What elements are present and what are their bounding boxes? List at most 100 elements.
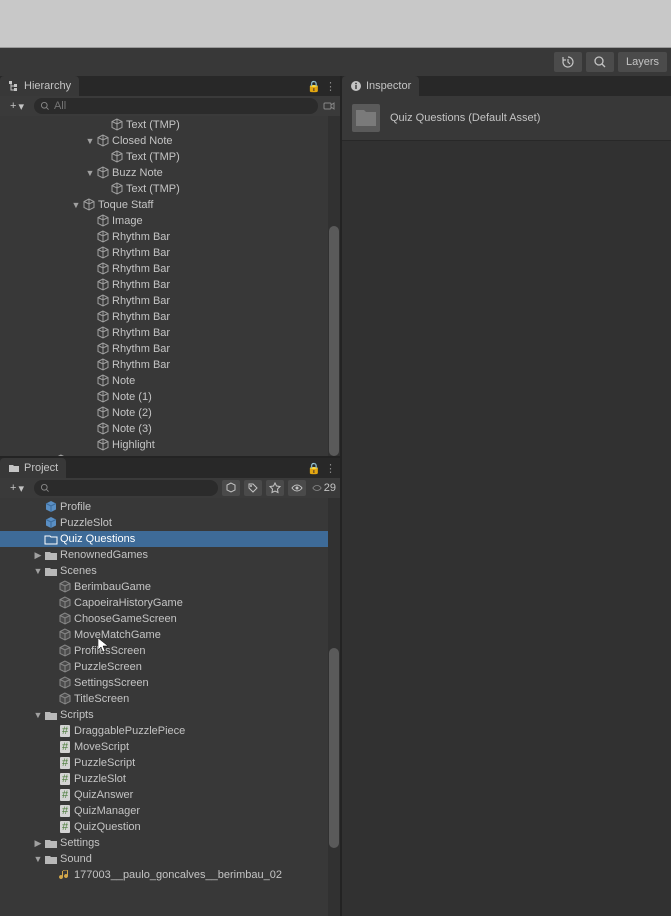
hierarchy-tree[interactable]: Text (TMP)▼Closed NoteText (TMP)▼Buzz No… [0,116,340,456]
filter-type-button[interactable] [222,480,240,496]
foldout-icon[interactable]: ▼ [84,168,96,178]
project-item[interactable]: CapoeiraHistoryGame [0,595,340,611]
svg-text:#: # [62,773,69,785]
layers-button[interactable]: Layers [618,52,667,72]
project-item[interactable]: #MoveScript [0,739,340,755]
project-item[interactable]: BerimbauGame [0,579,340,595]
item-label: 177003__paulo_goncalves__berimbau_02 [74,869,282,881]
hierarchy-item[interactable]: Rhythm Bar [0,293,340,309]
project-item[interactable]: #DraggablePuzzlePiece [0,723,340,739]
foldout-icon[interactable]: ▼ [32,710,44,720]
project-item[interactable]: #QuizAnswer [0,787,340,803]
hierarchy-panel: Hierarchy 🔒 ⋮ + ▾ Text (TMP) ▼ [0,76,340,458]
search-input[interactable] [54,100,312,112]
hierarchy-item[interactable]: Rhythm Bar [0,229,340,245]
hierarchy-item[interactable]: Note (1) [0,389,340,405]
foldout-icon[interactable]: ▶ [32,838,44,849]
hierarchy-item[interactable]: ▼Buzz Note [0,165,340,181]
hierarchy-item[interactable]: Text (TMP) [0,181,340,197]
item-label: Highlight [112,439,155,451]
project-item[interactable]: Quiz Questions [0,531,340,547]
item-label: Rhythm Bar [112,295,170,307]
lock-icon[interactable]: 🔒 [307,462,321,475]
scrollbar-thumb[interactable] [329,648,339,848]
search-button[interactable] [586,52,614,72]
scrollbar-thumb[interactable] [329,226,339,456]
project-item[interactable]: PuzzleSlot [0,515,340,531]
item-label: Rhythm Bar [112,279,170,291]
project-item[interactable]: #QuizManager [0,803,340,819]
hierarchy-item[interactable]: Rhythm Bar [0,245,340,261]
hierarchy-item[interactable]: Highlight [0,437,340,453]
project-item[interactable]: ▶Settings [0,835,340,851]
hierarchy-item[interactable]: Rhythm Bar [0,277,340,293]
project-item[interactable]: ▼Sound [0,851,340,867]
hierarchy-item[interactable]: Text (TMP) [0,117,340,133]
item-label: Text (TMP) [126,119,180,131]
item-label: Note [112,375,135,387]
layers-label: Layers [626,56,659,68]
hierarchy-item[interactable]: Rhythm Bar [0,357,340,373]
hierarchy-tab[interactable]: Hierarchy [0,76,79,96]
project-item[interactable]: ▼Scripts [0,707,340,723]
item-label: Text (TMP) [126,183,180,195]
scrollbar[interactable] [328,498,340,916]
hidden-button[interactable] [288,480,306,496]
item-label: Scenes [60,565,97,577]
scrollbar[interactable] [328,116,340,456]
project-item[interactable]: TitleScreen [0,691,340,707]
cube-filter-icon [225,482,237,494]
item-label: TitleScreen [74,693,129,705]
search-input[interactable] [54,482,212,494]
hierarchy-toolbar: + ▾ [0,96,340,116]
favorite-button[interactable] [266,480,284,496]
filter-label-button[interactable] [244,480,262,496]
project-tree[interactable]: ProfilePuzzleSlotQuiz Questions▶Renowned… [0,498,340,916]
inspector-tab[interactable]: Inspector [342,76,419,96]
hierarchy-item[interactable]: ▼Toque Staff [0,197,340,213]
project-item[interactable]: 177003__paulo_goncalves__berimbau_02 [0,867,340,883]
lock-icon[interactable]: 🔒 [307,80,321,93]
hierarchy-item[interactable]: Text (TMP) [0,149,340,165]
foldout-icon[interactable]: ▼ [70,200,82,210]
hierarchy-item[interactable]: Note (3) [0,421,340,437]
hierarchy-item[interactable]: Rhythm Bar [0,341,340,357]
project-item[interactable]: ProfilesScreen [0,643,340,659]
hierarchy-item[interactable]: Image [0,213,340,229]
menu-icon[interactable]: ⋮ [325,462,336,475]
hierarchy-item[interactable]: Note [0,373,340,389]
hierarchy-item[interactable]: Rhythm Bar [0,325,340,341]
project-item[interactable]: #PuzzleSlot [0,771,340,787]
menu-icon[interactable]: ⋮ [325,80,336,93]
foldout-icon[interactable]: ▼ [84,136,96,146]
project-item[interactable]: ChooseGameScreen [0,611,340,627]
main-toolbar: Layers [0,48,671,76]
project-item[interactable]: #QuizQuestion [0,819,340,835]
foldout-icon[interactable]: ▼ [32,854,44,864]
hierarchy-item[interactable]: Rhythm Bar [0,261,340,277]
history-button[interactable] [554,52,582,72]
project-item[interactable]: ▼ Scenes [0,563,340,579]
project-item[interactable]: SettingsScreen [0,675,340,691]
project-tab[interactable]: Project [0,458,66,478]
create-button[interactable]: + ▾ [4,98,30,115]
scene-camera-icon[interactable] [322,99,336,113]
project-item[interactable]: ▶RenownedGames [0,547,340,563]
project-item[interactable]: Profile [0,499,340,515]
foldout-icon[interactable]: ▼ [32,566,44,576]
inspector-tab-label: Inspector [366,80,411,92]
svg-text:#: # [62,741,69,753]
hierarchy-item[interactable]: Rhythm Bar [0,309,340,325]
item-label: QuizQuestion [74,821,141,833]
foldout-icon[interactable]: ▶ [32,550,44,561]
hierarchy-item[interactable]: Conductor [0,453,340,456]
hierarchy-search[interactable] [34,98,318,114]
project-item[interactable]: MoveMatchGame [0,627,340,643]
project-item[interactable]: #PuzzleScript [0,755,340,771]
create-button[interactable]: + ▾ [4,480,30,497]
project-search[interactable] [34,480,218,496]
hierarchy-item[interactable]: Note (2) [0,405,340,421]
project-item[interactable]: PuzzleScreen [0,659,340,675]
hierarchy-item[interactable]: ▼Closed Note [0,133,340,149]
item-label: CapoeiraHistoryGame [74,597,183,609]
